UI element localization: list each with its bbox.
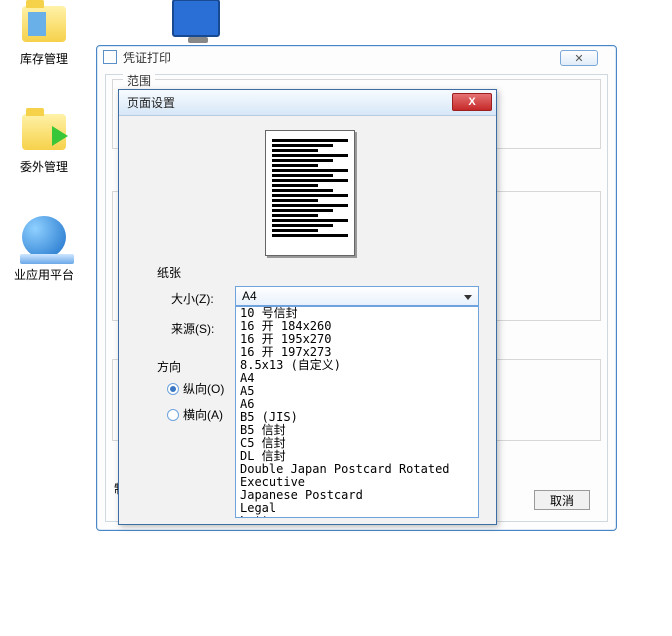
desktop-icon-label: 委外管理 [4, 158, 84, 175]
desktop-icon-outsourcing[interactable]: 委外管理 [4, 108, 84, 175]
voucher-window-close-button[interactable]: ✕ [560, 50, 598, 66]
close-icon: X [468, 96, 475, 108]
voucher-window-titlebar[interactable]: 凭证打印 [97, 46, 616, 68]
paper-size-dropdown-list[interactable]: 10 号信封16 开 184x26016 开 195x27016 开 197x2… [235, 306, 479, 518]
range-section-label: 范围 [123, 72, 155, 89]
desktop-icon-platform[interactable]: 业应用平台 [4, 216, 84, 283]
paper-size-label: 大小(Z): [171, 290, 214, 307]
voucher-window-title: 凭证打印 [123, 49, 171, 66]
cancel-label: 取消 [550, 492, 574, 509]
orientation-portrait-radio[interactable]: 纵向(O) [167, 380, 224, 397]
desktop-icon-label: 业应用平台 [4, 266, 84, 283]
folder-arrow-icon [20, 108, 68, 156]
paper-size-option[interactable]: Letter [236, 515, 478, 518]
page-setup-titlebar[interactable]: 页面设置 X [119, 90, 496, 116]
window-icon [103, 50, 117, 64]
page-setup-title: 页面设置 [127, 94, 175, 111]
desktop-icon-inventory[interactable]: 库存管理 [4, 0, 84, 67]
paper-source-label: 来源(S): [171, 320, 214, 337]
desktop-icon-label: 库存管理 [4, 50, 84, 67]
chevron-down-icon [461, 290, 475, 304]
orientation-section-label: 方向 [157, 358, 181, 375]
portrait-label: 纵向(O) [183, 380, 224, 397]
radio-icon [167, 383, 179, 395]
globe-tray-icon [20, 216, 68, 264]
voucher-cancel-button[interactable]: 取消 [534, 490, 590, 510]
paper-size-option[interactable]: 8.5x13 (自定义) [236, 359, 478, 372]
page-setup-dialog: 页面设置 X 纸张 大小(Z): 来源(S): 方向 A4 纵向(O) 横向(A… [118, 89, 497, 525]
paper-size-option[interactable]: A5 [236, 385, 478, 398]
folder-icon [20, 0, 68, 48]
page-preview [265, 130, 355, 256]
paper-size-combobox[interactable]: A4 [235, 286, 479, 306]
close-icon: ✕ [574, 52, 583, 65]
paper-size-value: A4 [242, 289, 257, 303]
paper-size-option[interactable]: A4 [236, 372, 478, 385]
desktop-icon-terminal[interactable] [156, 0, 236, 44]
landscape-label: 横向(A) [183, 406, 223, 423]
orientation-landscape-radio[interactable]: 横向(A) [167, 406, 223, 423]
monitor-icon [172, 0, 220, 42]
radio-icon [167, 409, 179, 421]
paper-section-label: 纸张 [157, 264, 181, 281]
page-setup-close-button[interactable]: X [452, 93, 492, 111]
